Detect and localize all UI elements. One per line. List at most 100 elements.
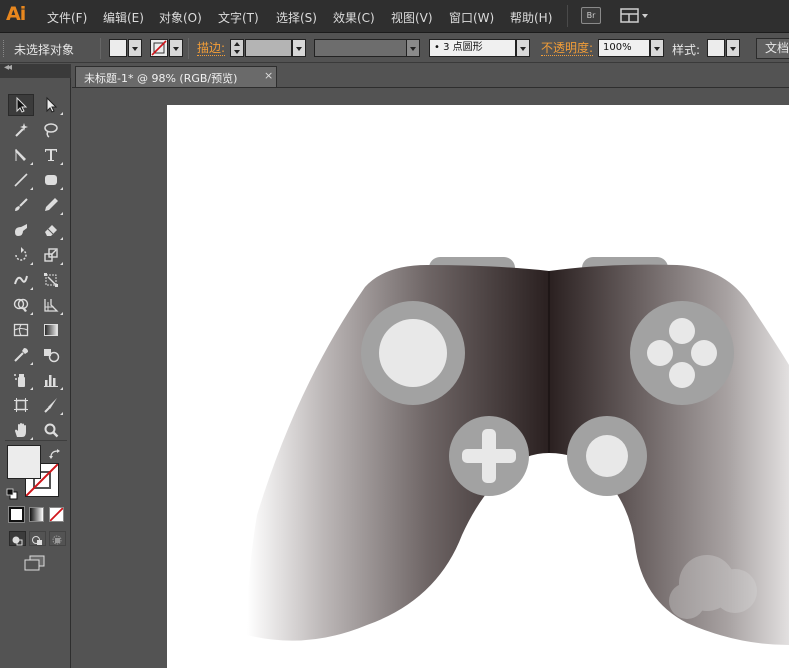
style-dropdown[interactable]: [726, 39, 740, 57]
mesh-tool[interactable]: [8, 319, 34, 341]
blob-brush-icon: [15, 224, 27, 236]
gradient-tool[interactable]: [38, 319, 64, 341]
selection-tool[interactable]: [8, 94, 34, 116]
menu-separator: [567, 5, 568, 27]
stroke-dropdown[interactable]: [169, 39, 183, 57]
face-button-pad: [630, 301, 734, 405]
stroke-weight-dropdown[interactable]: [292, 39, 306, 57]
rotate-tool[interactable]: [8, 244, 34, 266]
blend-tool[interactable]: [38, 344, 64, 366]
dpad-vertical: [482, 429, 496, 483]
perspective-grid-icon: [44, 299, 59, 312]
eyedropper-tool[interactable]: [8, 344, 34, 366]
pencil-icon: [45, 198, 58, 211]
tools-panel-header[interactable]: ◂◂: [0, 62, 71, 78]
free-transform-tool[interactable]: [38, 269, 64, 291]
fill-dropdown[interactable]: [128, 39, 142, 57]
swap-fill-stroke-icon[interactable]: [49, 445, 61, 459]
divider: [188, 38, 189, 59]
draw-behind-button[interactable]: [29, 531, 46, 546]
lasso-tool[interactable]: [38, 119, 64, 141]
left-stick-cap: [379, 319, 447, 387]
document-tab-title: 未标题-1* @ 98% (RGB/预览): [84, 72, 238, 85]
close-icon[interactable]: ×: [264, 69, 273, 82]
paintbrush-icon: [15, 198, 28, 211]
warp-icon: [14, 275, 28, 285]
control-bar: 未选择对象 描边: • 3 点圆形 不透明度: 100% 样式: 文档: [0, 34, 789, 63]
tab-bar-border: [72, 87, 789, 88]
default-fill-stroke-icon[interactable]: [6, 485, 18, 500]
opacity-dropdown[interactable]: [650, 39, 664, 57]
brush-definition-field[interactable]: • 3 点圆形: [429, 39, 516, 57]
pen-tool[interactable]: [8, 144, 34, 166]
line-tool[interactable]: [8, 169, 34, 191]
workspace-switcher-icon[interactable]: [620, 7, 652, 25]
screen-mode-icon[interactable]: [23, 554, 47, 572]
arrow-white-icon: [46, 96, 58, 113]
rectangle-tool[interactable]: [38, 169, 64, 191]
type-icon: [45, 149, 57, 161]
scale-tool[interactable]: [38, 244, 64, 266]
lasso-icon: [44, 123, 58, 138]
fill-color-box-front[interactable]: [7, 445, 41, 479]
stroke-weight-field[interactable]: [245, 39, 292, 57]
profile-dropdown[interactable]: [406, 39, 420, 57]
menu-help[interactable]: 帮助(H): [510, 9, 552, 26]
draw-inside-button[interactable]: [49, 531, 66, 546]
slice-tool[interactable]: [38, 394, 64, 416]
fill-swatch[interactable]: [109, 39, 127, 57]
brush-dropdown[interactable]: [516, 39, 530, 57]
stroke-label[interactable]: 描边:: [197, 41, 226, 56]
face-button-left: [647, 340, 673, 366]
control-bar-grip[interactable]: [3, 40, 6, 57]
color-mode-button[interactable]: [8, 506, 25, 523]
opacity-field[interactable]: 100%: [598, 39, 650, 57]
artboard[interactable]: [167, 105, 789, 668]
blob-brush-tool[interactable]: [8, 219, 34, 241]
variable-width-profile[interactable]: [314, 39, 407, 57]
menu-view[interactable]: 视图(V): [391, 9, 433, 26]
bridge-button[interactable]: Br: [581, 7, 601, 24]
perspective-grid-tool[interactable]: [38, 294, 64, 316]
pencil-tool[interactable]: [38, 194, 64, 216]
zoom-tool[interactable]: [38, 419, 64, 441]
menu-window[interactable]: 窗口(W): [449, 9, 494, 26]
menu-type[interactable]: 文字(T): [218, 9, 259, 26]
opacity-label[interactable]: 不透明度:: [541, 41, 594, 56]
document-setup-button[interactable]: 文档: [756, 38, 789, 59]
mesh-icon: [13, 323, 29, 337]
menu-effect[interactable]: 效果(C): [333, 9, 375, 26]
artboard-tool[interactable]: [8, 394, 34, 416]
magic-wand-tool[interactable]: [8, 119, 34, 141]
direct-selection-tool[interactable]: [38, 94, 64, 116]
selection-status: 未选择对象: [14, 43, 75, 57]
stroke-swatch[interactable]: [150, 39, 168, 57]
line-segment-icon: [14, 173, 28, 187]
rounded-rectangle-icon: [45, 175, 57, 185]
gradient-mode-button[interactable]: [29, 507, 44, 522]
menu-object[interactable]: 对象(O): [159, 9, 202, 26]
face-button-bottom: [669, 362, 695, 388]
gradient-icon: [44, 324, 58, 336]
stroke-weight-spinner[interactable]: [230, 39, 244, 57]
column-graph-tool[interactable]: [38, 369, 64, 391]
hand-icon: [15, 423, 26, 437]
draw-normal-button[interactable]: [9, 531, 26, 546]
menu-select[interactable]: 选择(S): [276, 9, 317, 26]
menu-file[interactable]: 文件(F): [47, 9, 87, 26]
shape-builder-tool[interactable]: [8, 294, 34, 316]
symbol-sprayer-tool[interactable]: [8, 369, 34, 391]
warp-tool[interactable]: [8, 269, 34, 291]
menu-edit[interactable]: 编辑(E): [103, 9, 144, 26]
none-mode-button[interactable]: [49, 507, 64, 522]
type-tool[interactable]: [38, 144, 64, 166]
document-tab[interactable]: 未标题-1* @ 98% (RGB/预览) ×: [75, 66, 277, 87]
hand-tool[interactable]: [8, 419, 34, 441]
app-logo: Ai: [6, 3, 26, 25]
eyedropper-icon: [14, 348, 28, 362]
style-swatch[interactable]: [707, 39, 725, 57]
face-button-right: [691, 340, 717, 366]
eraser-tool[interactable]: [38, 219, 64, 241]
divider: [100, 38, 101, 59]
paintbrush-tool[interactable]: [8, 194, 34, 216]
